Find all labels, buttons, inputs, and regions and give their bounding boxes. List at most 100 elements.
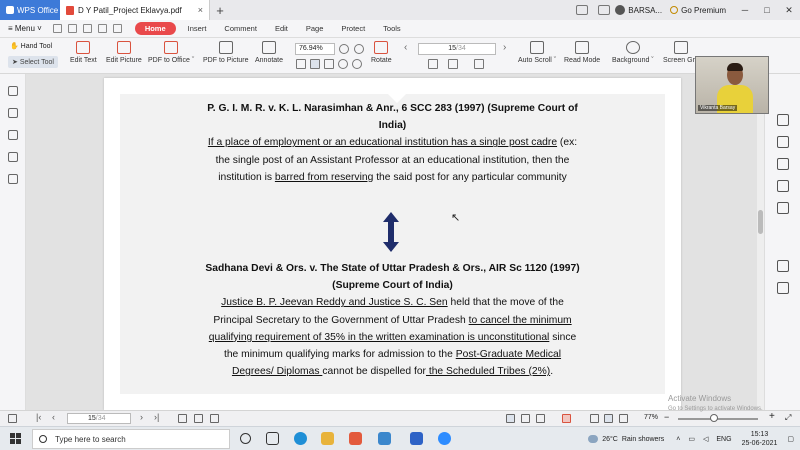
language-indicator[interactable]: ENG <box>716 436 731 443</box>
status-book-icon[interactable] <box>536 414 545 423</box>
pages-icon[interactable] <box>777 180 789 192</box>
page-number-input[interactable]: 15/34 <box>418 43 496 55</box>
main-menu-button[interactable]: ≡ Menu ˅ <box>8 24 42 33</box>
tab-comment[interactable]: Comment <box>215 22 266 35</box>
print-panel-icon[interactable] <box>777 260 789 272</box>
status-page-input[interactable]: 15/34 <box>67 413 131 424</box>
maximize-button[interactable]: □ <box>756 5 778 15</box>
user-name[interactable]: BARSA... <box>628 6 662 15</box>
window-layout-icon[interactable] <box>576 5 589 15</box>
redo-icon[interactable] <box>112 24 122 33</box>
rotate-right-icon[interactable] <box>352 59 362 69</box>
share-icon[interactable] <box>777 282 789 294</box>
export-icon[interactable] <box>777 114 789 126</box>
fit-page-icon[interactable] <box>296 59 306 69</box>
calendar-app-icon[interactable] <box>378 432 391 445</box>
auto-scroll-button[interactable]: Auto Scroll ˇ <box>518 41 556 64</box>
sidebar-toggle-icon[interactable] <box>8 414 17 423</box>
notification-icon[interactable]: ▢ <box>787 435 794 443</box>
minimize-button[interactable]: ─ <box>734 5 756 15</box>
tab-insert[interactable]: Insert <box>179 22 216 35</box>
weather-temp[interactable]: 26°C <box>602 436 618 443</box>
status-double-page-icon[interactable] <box>521 414 530 423</box>
prev-page-icon[interactable]: ‹ <box>52 412 55 422</box>
status-zoom-value[interactable]: 77% <box>644 414 658 421</box>
go-premium-button[interactable]: Go Premium <box>670 6 726 15</box>
weather-text[interactable]: Rain showers <box>622 436 664 443</box>
tab-tools[interactable]: Tools <box>374 22 410 35</box>
previous-page-icon[interactable]: ‹ <box>404 42 407 53</box>
pdf-to-picture-button[interactable]: PDF to Picture <box>203 41 249 64</box>
close-window-button[interactable]: ✕ <box>778 5 800 16</box>
sign-icon[interactable] <box>777 202 789 214</box>
file-explorer-icon[interactable] <box>321 432 334 445</box>
clock[interactable]: 15:13 25-06-2021 <box>742 430 778 448</box>
last-page-icon[interactable]: ›| <box>154 412 159 422</box>
document-viewport[interactable]: P. G. I. M. R. v. K. L. Narasimhan & Anr… <box>26 74 757 410</box>
volume-icon[interactable]: ◁ <box>703 435 708 443</box>
next-page-status-icon[interactable]: › <box>140 412 143 422</box>
avatar[interactable] <box>615 5 626 15</box>
rotate-button[interactable]: Rotate <box>371 41 392 64</box>
edit-icon[interactable] <box>777 136 789 148</box>
single-view-icon[interactable] <box>428 59 438 69</box>
tab-page[interactable]: Page <box>297 22 333 35</box>
app-tab[interactable]: WPS Office <box>0 0 60 20</box>
tab-protect[interactable]: Protect <box>332 22 374 35</box>
tab-edit[interactable]: Edit <box>266 22 297 35</box>
edit-picture-button[interactable]: Edit Picture <box>106 41 142 64</box>
double-view-icon[interactable] <box>448 59 458 69</box>
document-tab[interactable]: D Y Patil_Project Eklavya.pdf × <box>60 0 210 20</box>
attachment-icon[interactable] <box>7 130 18 140</box>
status-view-a-icon[interactable] <box>178 414 187 423</box>
next-page-icon[interactable]: › <box>503 42 506 53</box>
zoom-in-icon[interactable] <box>354 44 364 54</box>
pdf-to-office-button[interactable]: PDF to Office ˇ <box>148 41 194 64</box>
zoom-slider[interactable] <box>678 418 758 420</box>
annotate-button[interactable]: Annotate <box>255 41 283 64</box>
screen-grab-button[interactable]: Screen Gra <box>663 41 699 64</box>
taskbar-search-box[interactable]: Type here to search <box>32 429 230 449</box>
save-icon[interactable] <box>67 24 77 33</box>
network-icon[interactable]: ▭ <box>688 435 695 443</box>
status-single-page-icon[interactable] <box>506 414 515 423</box>
status-fit-icon[interactable] <box>590 414 599 423</box>
tray-chevron-icon[interactable]: ˄ <box>676 436 680 443</box>
select-tool-button[interactable]: ➤ Select Tool <box>8 56 58 68</box>
hand-tool-button[interactable]: ✋ Hand Tool <box>10 42 52 51</box>
fullscreen-icon[interactable]: ⤢ <box>785 413 791 423</box>
scrollbar-thumb[interactable] <box>758 210 763 234</box>
status-fit-width-icon[interactable] <box>604 414 613 423</box>
task-view-icon[interactable] <box>266 432 279 445</box>
read-mode-button[interactable]: Read Mode <box>564 41 600 64</box>
first-page-icon[interactable]: |‹ <box>36 412 41 422</box>
edge-icon[interactable] <box>294 432 307 445</box>
zoom-app-icon[interactable] <box>438 432 451 445</box>
status-view-c-icon[interactable] <box>210 414 219 423</box>
status-view-b-icon[interactable] <box>194 414 203 423</box>
zoom-slider-handle[interactable] <box>710 414 718 422</box>
zoom-out-icon[interactable] <box>339 44 349 54</box>
single-page-icon[interactable] <box>310 59 320 69</box>
stamp-icon[interactable] <box>7 152 18 162</box>
wps-taskbar-icon[interactable] <box>410 432 423 445</box>
convert-icon[interactable] <box>777 158 789 170</box>
print-icon[interactable] <box>82 24 92 33</box>
tab-home[interactable]: Home <box>134 22 176 35</box>
fit-width-icon[interactable] <box>324 59 334 69</box>
open-icon[interactable] <box>52 24 62 33</box>
tabs-icon[interactable] <box>598 5 611 15</box>
background-button[interactable]: Background ˇ <box>612 41 654 64</box>
status-zoom-in-icon[interactable]: + <box>769 411 775 422</box>
rotate-left-icon[interactable] <box>338 59 348 69</box>
bookmark-icon[interactable] <box>7 86 18 96</box>
continuous-view-icon[interactable] <box>474 59 484 69</box>
windows-start-icon[interactable] <box>10 433 21 444</box>
undo-icon[interactable] <box>97 24 107 33</box>
play-icon[interactable] <box>562 414 571 423</box>
thumbnails-icon[interactable] <box>7 108 18 118</box>
vertical-scrollbar[interactable] <box>757 74 764 410</box>
zoom-input[interactable]: 76.94% <box>295 43 335 55</box>
office-icon[interactable] <box>349 432 362 445</box>
cortana-icon[interactable] <box>240 433 251 444</box>
